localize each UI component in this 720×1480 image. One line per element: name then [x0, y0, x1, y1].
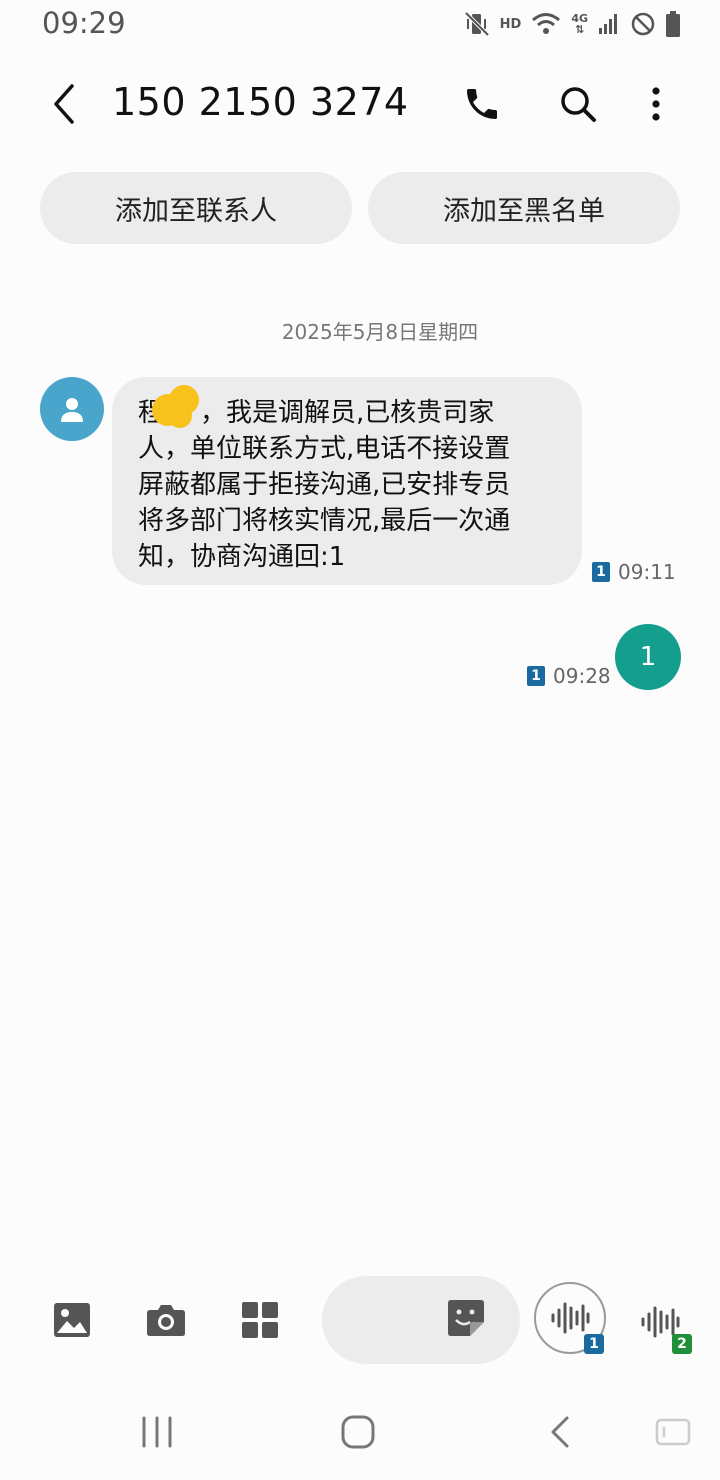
keyboard-icon — [655, 1418, 691, 1446]
hd-indicator: HD — [499, 16, 522, 32]
signal-icon — [599, 14, 617, 34]
call-button[interactable] — [460, 82, 504, 126]
status-icons: HD 4G ⇅ — [464, 8, 680, 40]
camera-icon — [147, 1305, 185, 1336]
sim-1-badge: 1 — [592, 562, 610, 582]
person-icon — [61, 398, 83, 422]
sim-1-badge: 1 — [527, 666, 545, 686]
back-button[interactable] — [46, 82, 86, 126]
home-button[interactable] — [333, 1410, 383, 1454]
network-type-icon: 4G ⇅ — [571, 12, 588, 36]
add-to-contacts-button[interactable]: 添加至联系人 — [40, 172, 352, 244]
message-line: 人，单位联系方式,电话不接设置 — [138, 434, 511, 464]
phone-icon — [467, 89, 497, 119]
message-line: 将多部门将核实情况,最后一次通 — [138, 506, 511, 536]
outgoing-message-bubble[interactable]: 1 — [615, 624, 681, 690]
camera-button[interactable] — [144, 1298, 188, 1342]
back-nav-icon — [551, 1416, 569, 1448]
sim-2-badge: 2 — [672, 1334, 692, 1354]
sim-1-badge: 1 — [584, 1334, 604, 1354]
keyboard-toggle-button[interactable] — [648, 1410, 698, 1454]
date-separator: 2025年5月8日星期四 — [281, 320, 479, 344]
battery-icon — [666, 11, 680, 37]
message-line: 知，协商沟通回:1 — [138, 542, 346, 572]
outgoing-time: 09:28 — [553, 664, 611, 688]
message-line: 屏蔽都属于拒接沟通,已安排专员 — [138, 470, 511, 500]
outgoing-message-meta: 1 09:28 — [527, 664, 611, 688]
incoming-message-meta: 1 09:11 — [592, 560, 676, 584]
recent-apps-button[interactable] — [132, 1410, 182, 1454]
recents-icon — [142, 1416, 172, 1448]
grid-icon — [242, 1302, 278, 1338]
back-nav-button[interactable] — [535, 1410, 585, 1454]
home-icon — [341, 1415, 375, 1449]
mute-vibrate-icon — [464, 11, 490, 37]
sticker-button[interactable] — [446, 1298, 490, 1342]
search-button[interactable] — [556, 82, 600, 126]
incoming-time: 09:11 — [618, 560, 676, 584]
conversation-title: 150 2150 3274 — [112, 80, 409, 124]
waveform-icon — [551, 1302, 590, 1334]
message-line-text: ，我是调解员,已核贵司家 — [200, 398, 495, 428]
sticker-icon — [448, 1300, 484, 1336]
add-to-blocklist-button[interactable]: 添加至黑名单 — [368, 172, 680, 244]
redaction-blob — [152, 385, 199, 428]
status-time: 09:29 — [42, 6, 126, 40]
back-arrow-icon — [54, 84, 74, 124]
apps-button[interactable] — [238, 1298, 282, 1342]
message-input[interactable] — [322, 1276, 520, 1364]
more-options-button[interactable] — [634, 82, 678, 126]
contact-avatar[interactable] — [40, 377, 104, 441]
wifi-icon — [532, 13, 561, 34]
gallery-button[interactable] — [50, 1298, 94, 1342]
more-vertical-icon — [652, 87, 660, 121]
image-icon — [54, 1303, 90, 1337]
do-not-disturb-icon — [631, 12, 655, 36]
search-icon — [561, 87, 596, 122]
